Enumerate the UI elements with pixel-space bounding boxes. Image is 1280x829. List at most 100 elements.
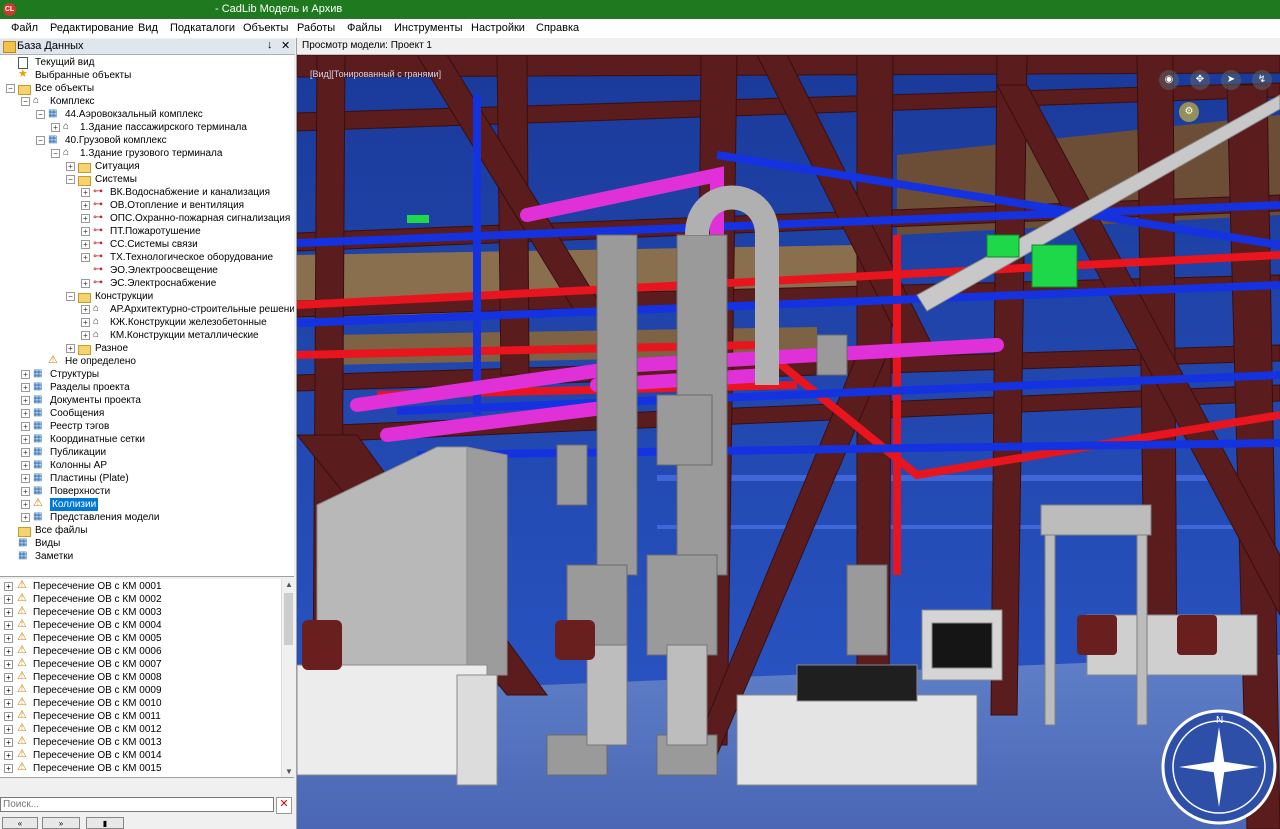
pin-icon[interactable]: ↓ — [267, 39, 273, 51]
next-page-button[interactable]: » — [42, 817, 80, 829]
menu-file[interactable]: Файл — [11, 22, 38, 34]
tree-item-label: Разделы проекта — [50, 382, 130, 393]
walk-icon[interactable]: ✥ — [1190, 70, 1210, 90]
clear-search-button[interactable]: ✕ — [276, 797, 292, 814]
expand-icon[interactable]: + — [21, 396, 30, 405]
tree-item-label: Разное — [95, 343, 129, 354]
expand-icon[interactable]: + — [21, 422, 30, 431]
expand-icon[interactable]: + — [81, 318, 90, 327]
menu-edit[interactable]: Редактирование — [50, 22, 134, 34]
model-viewport[interactable]: N [Вид][Тонированный с гранями] ◉ ✥ ➤ ↯ … — [297, 55, 1280, 829]
expand-icon[interactable]: + — [4, 725, 13, 734]
gen-icon: ▦ — [33, 420, 43, 431]
collapse-icon[interactable]: − — [51, 149, 60, 158]
database-tree[interactable]: Текущий вид ★ Выбранные объекты − Все объект… — [0, 55, 294, 577]
settings-icon[interactable]: ⚙ — [1179, 102, 1199, 122]
menu-subcatalogs[interactable]: Подкаталоги — [170, 22, 235, 34]
tree-item-label: Публикации — [50, 447, 107, 458]
menu-works[interactable]: Работы — [297, 22, 335, 34]
expand-icon[interactable]: + — [4, 699, 13, 708]
expand-icon[interactable]: + — [21, 435, 30, 444]
expand-icon[interactable]: + — [81, 214, 90, 223]
expand-icon[interactable]: + — [51, 123, 60, 132]
collapse-icon[interactable]: − — [36, 110, 45, 119]
expand-icon[interactable]: + — [21, 474, 30, 483]
expand-icon[interactable]: + — [4, 621, 13, 630]
warning-icon: ⚠ — [17, 618, 27, 630]
scroll-down-icon[interactable]: ▼ — [285, 767, 293, 776]
orbit-icon[interactable]: ◉ — [1159, 70, 1179, 90]
expand-icon[interactable]: + — [81, 253, 90, 262]
collision-item-label: Пересечение ОВ с КМ 0014 — [33, 750, 162, 761]
expand-icon[interactable]: + — [4, 582, 13, 591]
search-input[interactable] — [0, 797, 274, 812]
expand-icon[interactable]: + — [21, 487, 30, 496]
expand-icon[interactable]: + — [21, 500, 30, 509]
menu-help[interactable]: Справка — [536, 22, 579, 34]
compass-widget[interactable]: N — [1161, 709, 1277, 825]
menu-objects[interactable]: Объекты — [243, 22, 288, 34]
collapse-icon[interactable]: − — [36, 136, 45, 145]
expand-icon[interactable]: + — [4, 647, 13, 656]
lock-button[interactable]: ▮ — [86, 817, 124, 829]
expand-icon[interactable]: + — [21, 370, 30, 379]
expand-icon[interactable]: + — [21, 513, 30, 522]
tree-item-label: АР.Архитектурно-строительные решения — [110, 304, 294, 315]
tree-item-label: 1.Здание грузового терминала — [80, 148, 223, 159]
view-mode-label[interactable]: [Вид][Тонированный с гранями] — [310, 69, 441, 79]
expand-icon[interactable]: + — [81, 305, 90, 314]
collapse-icon[interactable]: − — [66, 175, 75, 184]
expand-icon[interactable]: + — [4, 608, 13, 617]
scroll-up-icon[interactable]: ▲ — [285, 580, 293, 589]
expand-icon[interactable]: + — [4, 660, 13, 669]
warning-icon: ⚠ — [17, 735, 27, 747]
collision-item-label: Пересечение ОВ с КМ 0007 — [33, 659, 162, 670]
expand-icon[interactable]: + — [21, 461, 30, 470]
menu-tools[interactable]: Инструменты — [394, 22, 463, 34]
expand-icon[interactable]: + — [4, 712, 13, 721]
expand-icon[interactable]: + — [81, 227, 90, 236]
expand-icon[interactable]: + — [4, 634, 13, 643]
expand-icon[interactable]: + — [4, 595, 13, 604]
bld-icon: ⌂ — [33, 95, 40, 106]
look-icon[interactable]: ↯ — [1252, 70, 1272, 90]
expand-icon[interactable]: + — [21, 448, 30, 457]
tree-item-label: ВК.Водоснабжение и канализация — [110, 187, 270, 198]
expand-icon[interactable]: + — [81, 188, 90, 197]
tree-item-label: 44.Аэровокзальный комплекс — [65, 109, 203, 120]
collapse-icon[interactable]: − — [6, 84, 15, 93]
expand-icon[interactable]: + — [81, 331, 90, 340]
close-panel-icon[interactable]: ✕ — [281, 39, 290, 52]
expand-icon[interactable]: + — [81, 240, 90, 249]
expand-icon[interactable]: + — [4, 751, 13, 760]
sys-icon: ⊶ — [93, 212, 103, 223]
expand-icon[interactable]: + — [66, 162, 75, 171]
tree-item-label: ТХ.Технологическое оборудование — [110, 252, 274, 263]
tree-item-label: Не определено — [65, 356, 136, 367]
collapse-icon[interactable]: − — [66, 292, 75, 301]
scroll-thumb[interactable] — [284, 593, 293, 645]
expand-icon[interactable]: + — [81, 201, 90, 210]
expand-icon[interactable]: + — [4, 738, 13, 747]
folder-icon — [78, 293, 91, 303]
fly-icon[interactable]: ➤ — [1221, 70, 1241, 90]
expand-icon[interactable]: + — [21, 409, 30, 418]
menu-view[interactable]: Вид — [138, 22, 158, 34]
expand-icon[interactable]: + — [4, 686, 13, 695]
menu-settings[interactable]: Настройки — [471, 22, 525, 34]
expand-icon[interactable]: + — [81, 279, 90, 288]
expand-icon[interactable]: + — [4, 764, 13, 773]
sys-icon: ⊶ — [93, 225, 103, 236]
menu-files[interactable]: Файлы — [347, 22, 382, 34]
tree-item-label: Документы проекта — [50, 395, 141, 406]
gen-icon: ▦ — [18, 550, 28, 561]
bld-icon: ⌂ — [93, 303, 100, 314]
collision-list[interactable]: ▲ ▼ + ⚠ Пересечение ОВ с КМ 0001 + ⚠ Пересече… — [0, 579, 294, 778]
expand-icon[interactable]: + — [21, 383, 30, 392]
collision-list-scrollbar[interactable]: ▲ ▼ — [281, 579, 294, 777]
expand-icon[interactable]: + — [4, 673, 13, 682]
collapse-icon[interactable]: − — [21, 97, 30, 106]
first-page-button[interactable]: « — [2, 817, 38, 829]
viewer-tab-title[interactable]: Просмотр модели: Проект 1 — [302, 40, 432, 51]
expand-icon[interactable]: + — [66, 344, 75, 353]
